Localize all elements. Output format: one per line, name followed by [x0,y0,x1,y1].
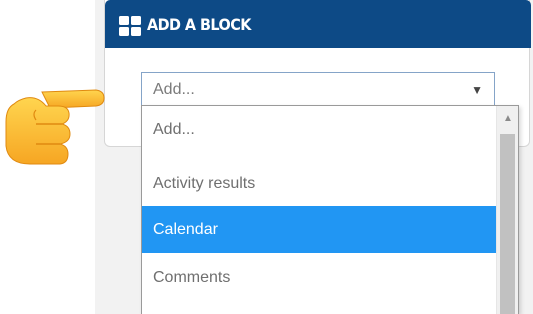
pointing-hand-icon [5,89,105,165]
option-activity-results[interactable]: Activity results [142,160,496,207]
select-current-value: Add... [153,81,195,98]
scroll-up-arrow-icon[interactable]: ▲ [497,106,519,132]
select-dropdown-list[interactable]: Add... Activity results Calendar Comment… [141,105,519,314]
panel-title: ADD A BLOCK [147,15,251,34]
dropdown-scrollbar[interactable]: ▲ [496,106,518,314]
grid-icon [119,16,141,36]
scroll-thumb[interactable] [500,134,515,314]
option-calendar[interactable]: Calendar [142,206,496,253]
panel-header: ADD A BLOCK [105,0,531,48]
chevron-down-icon: ▼ [471,83,483,97]
add-block-select[interactable]: Add... ▼ [141,72,495,106]
option-comments[interactable]: Comments [142,254,496,301]
screenshot-stage: ADD A BLOCK Add... ▼ Add... Activity res… [0,0,533,314]
option-add[interactable]: Add... [142,106,496,153]
